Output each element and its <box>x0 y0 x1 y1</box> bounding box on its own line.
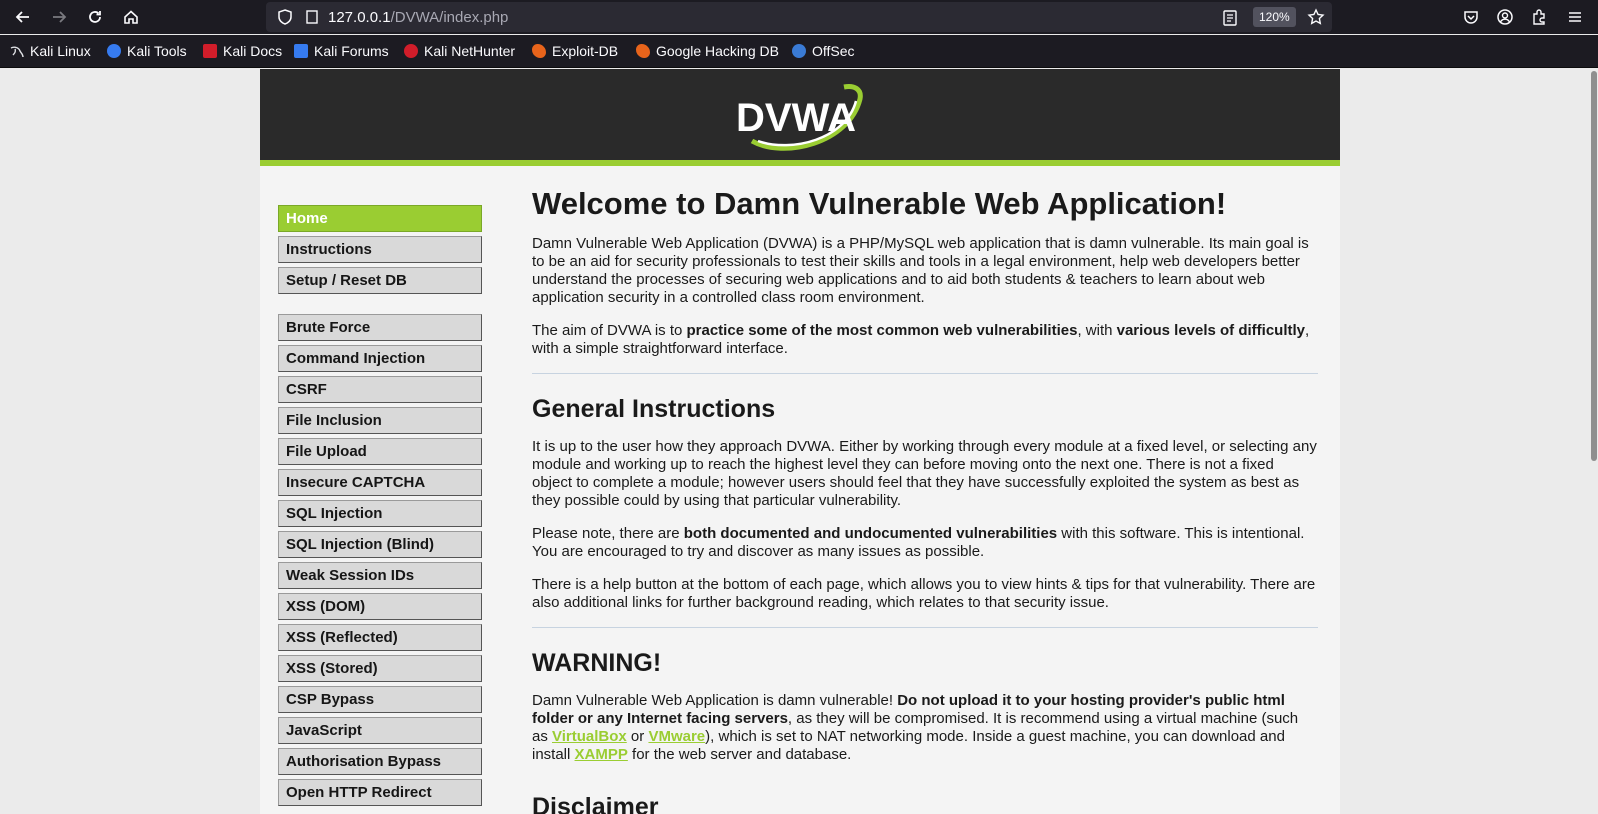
bookmark-offsec[interactable]: OffSec <box>792 43 855 59</box>
xampp-link[interactable]: XAMPP <box>575 746 628 763</box>
exploit-db-icon <box>532 44 546 58</box>
sidebar-menu: Home Instructions Setup / Reset DB Brute F… <box>278 205 482 814</box>
bookmark-google-hacking-db[interactable]: Google Hacking DB <box>636 43 779 59</box>
vmware-link[interactable]: VMware <box>648 728 705 745</box>
bookmark-kali-forums[interactable]: Kali Forums <box>294 43 389 59</box>
kali-dragon-icon <box>10 44 24 58</box>
main-content: Welcome to Damn Vulnerable Web Applicati… <box>532 185 1318 814</box>
general-paragraph-1: It is up to the user how they approach D… <box>532 438 1317 509</box>
browser-toolbar: 127.0.0.1/DVWA/index.php 120% <box>0 0 1598 34</box>
menu-item-javascript[interactable]: JavaScript <box>278 717 482 744</box>
page-scrollbar[interactable] <box>1590 69 1598 814</box>
general-paragraph-3: There is a help button at the bottom of … <box>532 576 1316 611</box>
menu-item-csp-bypass[interactable]: CSP Bypass <box>278 686 482 713</box>
bookmark-kali-nethunter[interactable]: Kali NetHunter <box>404 43 515 59</box>
divider <box>532 373 1318 374</box>
menu-item-home[interactable]: Home <box>278 205 482 232</box>
extensions-icon[interactable] <box>1526 4 1552 30</box>
offsec-icon <box>792 44 806 58</box>
zoom-level-badge[interactable]: 120% <box>1253 7 1296 27</box>
menu-item-xss-reflected[interactable]: XSS (Reflected) <box>278 624 482 651</box>
bookmark-kali-docs[interactable]: Kali Docs <box>203 43 282 59</box>
menu-item-xss-dom[interactable]: XSS (DOM) <box>278 593 482 620</box>
menu-item-csrf[interactable]: CSRF <box>278 376 482 403</box>
menu-item-instructions[interactable]: Instructions <box>278 236 482 263</box>
menu-item-insecure-captcha[interactable]: Insecure CAPTCHA <box>278 469 482 496</box>
page-title: Welcome to Damn Vulnerable Web Applicati… <box>532 186 1227 221</box>
menu-hamburger-icon[interactable] <box>1562 4 1588 30</box>
menu-block-modules: Brute Force Command Injection CSRF File Inc… <box>278 314 482 806</box>
bookmark-exploit-db[interactable]: Exploit-DB <box>532 43 618 59</box>
tracking-shield-icon[interactable] <box>276 8 294 26</box>
aim-paragraph: The aim of DVWA is to practice some of t… <box>532 322 1310 357</box>
page-viewport: DVWA Home Instructions Setup / Reset DB Br… <box>0 69 1598 814</box>
dvwa-header: DVWA <box>260 69 1340 166</box>
nethunter-icon <box>404 44 418 58</box>
dvwa-logo: DVWA <box>736 84 863 151</box>
dvwa-container: DVWA Home Instructions Setup / Reset DB Br… <box>260 69 1340 814</box>
general-paragraph-2: Please note, there are both documented a… <box>532 525 1305 560</box>
bookmarks-toolbar: Kali Linux Kali Tools Kali Docs Kali For… <box>0 35 1598 68</box>
kali-forums-icon <box>294 44 308 58</box>
reader-view-icon[interactable] <box>1221 9 1239 27</box>
warning-heading: WARNING! <box>532 649 662 677</box>
forward-icon[interactable] <box>46 4 72 30</box>
home-icon[interactable] <box>118 4 144 30</box>
pocket-icon[interactable] <box>1458 4 1484 30</box>
menu-item-sql-injection[interactable]: SQL Injection <box>278 500 482 527</box>
menu-item-sql-injection-blind[interactable]: SQL Injection (Blind) <box>278 531 482 558</box>
disclaimer-heading: Disclaimer <box>532 793 659 814</box>
bookmark-kali-tools[interactable]: Kali Tools <box>107 43 187 59</box>
menu-item-authorisation-bypass[interactable]: Authorisation Bypass <box>278 748 482 775</box>
account-icon[interactable] <box>1492 4 1518 30</box>
warning-paragraph: Damn Vulnerable Web Application is damn … <box>532 692 1299 763</box>
menu-item-brute-force[interactable]: Brute Force <box>278 314 482 341</box>
divider <box>532 627 1318 628</box>
virtualbox-link[interactable]: VirtualBox <box>552 728 627 745</box>
menu-item-weak-session-ids[interactable]: Weak Session IDs <box>278 562 482 589</box>
svg-text:DVWA: DVWA <box>736 96 856 140</box>
bookmark-kali-linux[interactable]: Kali Linux <box>10 43 91 59</box>
menu-item-file-inclusion[interactable]: File Inclusion <box>278 407 482 434</box>
scrollbar-thumb[interactable] <box>1591 71 1597 461</box>
kali-docs-icon <box>203 44 217 58</box>
menu-item-file-upload[interactable]: File Upload <box>278 438 482 465</box>
general-instructions-heading: General Instructions <box>532 395 776 423</box>
kali-tools-icon <box>107 44 121 58</box>
menu-item-command-injection[interactable]: Command Injection <box>278 345 482 372</box>
bookmark-star-icon[interactable] <box>1307 8 1325 26</box>
intro-paragraph: Damn Vulnerable Web Application (DVWA) i… <box>532 235 1309 306</box>
menu-item-setup-reset-db[interactable]: Setup / Reset DB <box>278 267 482 294</box>
url-bar[interactable]: 127.0.0.1/DVWA/index.php 120% <box>266 2 1332 32</box>
menu-block-main: Home Instructions Setup / Reset DB <box>278 205 482 294</box>
menu-item-xss-stored[interactable]: XSS (Stored) <box>278 655 482 682</box>
back-icon[interactable] <box>10 4 36 30</box>
url-text[interactable]: 127.0.0.1/DVWA/index.php <box>328 9 508 26</box>
menu-item-open-http-redirect[interactable]: Open HTTP Redirect <box>278 779 482 806</box>
ghdb-icon <box>636 44 650 58</box>
reload-icon[interactable] <box>82 4 108 30</box>
page-info-icon[interactable] <box>304 9 320 25</box>
